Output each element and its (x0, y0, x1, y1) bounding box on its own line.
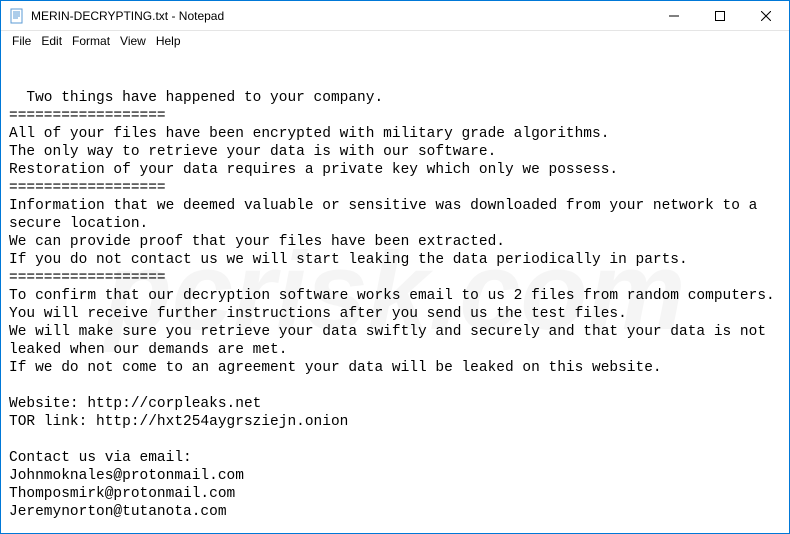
maximize-button[interactable] (697, 1, 743, 31)
menu-format[interactable]: Format (67, 34, 115, 48)
menubar: File Edit Format View Help (1, 31, 789, 51)
menu-help[interactable]: Help (151, 34, 186, 48)
menu-view[interactable]: View (115, 34, 151, 48)
editor-content: Two things have happened to your company… (9, 90, 775, 520)
text-editor[interactable]: pcrisk.com Two things have happened to y… (1, 51, 789, 533)
minimize-button[interactable] (651, 1, 697, 31)
menu-edit[interactable]: Edit (36, 34, 67, 48)
titlebar: MERIN-DECRYPTING.txt - Notepad (1, 1, 789, 31)
window-controls (651, 1, 789, 30)
notepad-icon (9, 8, 25, 24)
menu-file[interactable]: File (7, 34, 36, 48)
window-title: MERIN-DECRYPTING.txt - Notepad (31, 9, 651, 23)
close-button[interactable] (743, 1, 789, 31)
